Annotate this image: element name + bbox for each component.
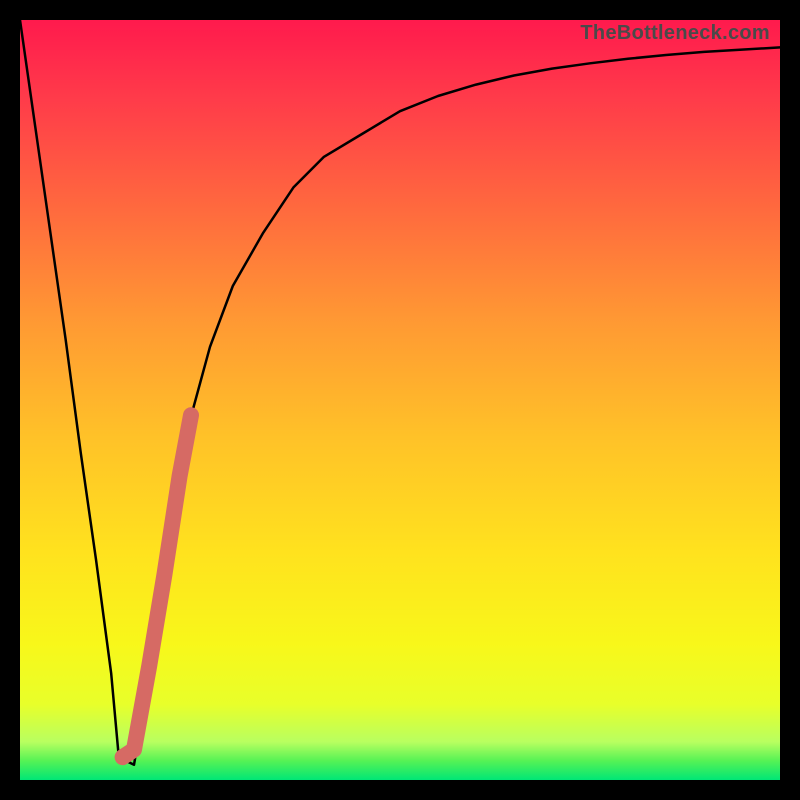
plot-area: TheBottleneck.com	[20, 20, 780, 780]
chart-svg	[20, 20, 780, 780]
bottleneck-curve-path	[20, 20, 780, 765]
highlight-segment-path	[123, 415, 191, 757]
outer-frame: TheBottleneck.com	[0, 0, 800, 800]
